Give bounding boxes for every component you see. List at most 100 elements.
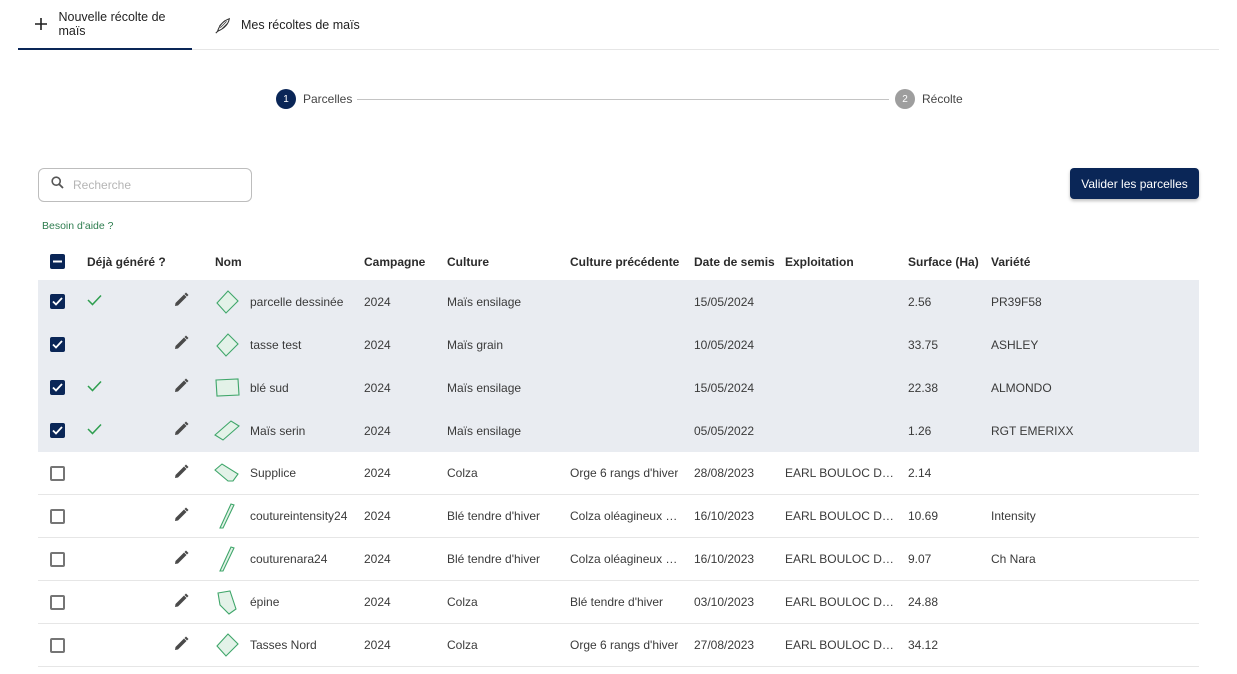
edit-button[interactable]	[173, 323, 193, 366]
generated-status	[87, 452, 177, 494]
help-link[interactable]: Besoin d'aide ?	[42, 220, 113, 232]
step-label: Récolte	[922, 92, 963, 106]
tab-my-harvests[interactable]: Mes récoltes de maïs	[214, 0, 374, 50]
header-previous-culture[interactable]: Culture précédente	[570, 243, 682, 280]
cell-variety: RGT EMERIXX	[991, 423, 1074, 438]
unchecked-checkbox-icon	[50, 465, 65, 481]
step-recolte[interactable]: 2 Récolte	[895, 89, 963, 109]
previous-culture-text: Colza oléagineux d'...	[570, 509, 682, 523]
cell-campaign: 2024	[364, 466, 391, 480]
row-checkbox[interactable]	[50, 366, 68, 409]
table-row[interactable]: Maïs serin 2024 Maïs ensilage 05/05/2022 1.2…	[38, 409, 1199, 452]
table-row[interactable]: blé sud 2024 Maïs ensilage 15/05/2024 22.38 A…	[38, 366, 1199, 409]
row-checkbox[interactable]	[50, 581, 68, 623]
previous-culture-text: Blé tendre d'hiver	[570, 595, 664, 609]
cell-culture: Colza	[447, 638, 478, 652]
cell-campaign: 2024	[364, 595, 391, 609]
indeterminate-checkbox-icon	[50, 254, 65, 269]
cell-variety	[991, 624, 1111, 666]
cell-name: tasse test	[250, 337, 302, 352]
edit-button[interactable]	[173, 452, 193, 494]
check-icon	[87, 380, 102, 395]
edit-button[interactable]	[173, 409, 193, 452]
header-surface[interactable]: Surface (Ha)	[908, 243, 988, 280]
edit-button[interactable]	[173, 280, 193, 323]
cell-surface: 34.12	[908, 638, 939, 652]
cell-culture: Blé tendre d'hiver	[447, 552, 541, 566]
edit-button[interactable]	[173, 624, 193, 666]
row-checkbox[interactable]	[50, 452, 68, 494]
farm-text: EARL BOULOC DUV...	[785, 552, 897, 566]
validate-parcels-button[interactable]: Valider les parcelles	[1070, 168, 1199, 199]
pencil-icon	[173, 550, 189, 569]
cell-campaign: 2024	[364, 294, 391, 309]
cell-variety: ALMONDO	[991, 380, 1052, 395]
table-row[interactable]: parcelle dessinée 2024 Maïs ensilage 15/05/…	[38, 280, 1199, 323]
tab-new-harvest-label: Nouvelle récolte de maïs	[58, 10, 166, 38]
cell-variety: PR39F58	[991, 294, 1042, 309]
cell-farm	[785, 323, 897, 366]
table-row[interactable]: couturenara24 2024 Blé tendre d'hiver Colza…	[38, 538, 1199, 581]
search-icon	[51, 176, 64, 194]
row-checkbox[interactable]	[50, 409, 68, 452]
parcels-table: Déjà généré ? Nom Campagne Culture Cultu…	[38, 243, 1199, 667]
header-sowing-date[interactable]: Date de semis	[694, 243, 778, 280]
tab-my-harvests-label: Mes récoltes de maïs	[241, 18, 360, 32]
pencil-icon	[173, 636, 189, 655]
header-generated[interactable]: Déjà généré ?	[87, 243, 177, 280]
cell-sowing-date: 05/05/2022	[694, 423, 755, 438]
row-checkbox[interactable]	[50, 280, 68, 323]
edit-button[interactable]	[173, 495, 193, 537]
cell-surface: 9.07	[908, 552, 932, 566]
cell-previous-culture: Orge 6 rangs d'hiver	[570, 624, 682, 666]
cell-variety	[991, 452, 1111, 494]
table-row[interactable]: Supplice 2024 Colza Orge 6 rangs d'hiver 28/…	[38, 452, 1199, 495]
generated-status	[87, 409, 177, 452]
unchecked-checkbox-icon	[50, 508, 65, 524]
table-row[interactable]: épine 2024 Colza Blé tendre d'hiver 03/10/20…	[38, 581, 1199, 624]
cell-surface: 2.14	[908, 466, 932, 480]
cell-name: Supplice	[250, 466, 297, 480]
generated-status	[87, 280, 177, 323]
parcel-shape-icon	[214, 581, 240, 623]
step-parcelles[interactable]: 1 Parcelles	[276, 89, 352, 109]
parcel-shape-icon	[214, 495, 240, 537]
cell-name: épine	[250, 595, 280, 609]
cell-sowing-date: 16/10/2023	[694, 509, 755, 523]
row-checkbox[interactable]	[50, 323, 68, 366]
table-row[interactable]: tasse test 2024 Maïs grain 10/05/2024 33.75 A…	[38, 323, 1199, 366]
generated-status	[87, 581, 177, 623]
header-farm[interactable]: Exploitation	[785, 243, 897, 280]
edit-button[interactable]	[173, 538, 193, 580]
header-campaign[interactable]: Campagne	[364, 243, 434, 280]
header-name[interactable]: Nom	[215, 243, 325, 280]
header-culture[interactable]: Culture	[447, 243, 565, 280]
cell-name: couturenara24	[250, 552, 328, 566]
cell-sowing-date: 15/05/2024	[694, 294, 755, 309]
cell-campaign: 2024	[364, 337, 391, 352]
table-row[interactable]: Tasses Nord 2024 Colza Orge 6 rangs d'hiver…	[38, 624, 1199, 667]
header-variety[interactable]: Variété	[991, 243, 1111, 280]
cell-culture: Maïs ensilage	[447, 294, 522, 309]
cell-campaign: 2024	[364, 380, 391, 395]
row-checkbox[interactable]	[50, 624, 68, 666]
previous-culture-text: Orge 6 rangs d'hiver	[570, 466, 679, 480]
parcel-shape-icon	[214, 280, 240, 323]
row-checkbox[interactable]	[50, 538, 68, 580]
cell-sowing-date: 27/08/2023	[694, 638, 755, 652]
row-checkbox[interactable]	[50, 495, 68, 537]
select-all-checkbox[interactable]	[50, 243, 68, 280]
cell-surface: 22.38	[908, 380, 939, 395]
cell-sowing-date: 28/08/2023	[694, 466, 755, 480]
farm-text: EARL BOULOC DUV...	[785, 595, 897, 609]
pencil-icon	[173, 593, 189, 612]
search-box[interactable]	[38, 168, 252, 202]
tab-bar: Nouvelle récolte de maïs Mes récoltes de…	[18, 0, 1219, 50]
tab-new-harvest[interactable]: Nouvelle récolte de maïs	[18, 0, 192, 50]
edit-button[interactable]	[173, 581, 193, 623]
edit-button[interactable]	[173, 366, 193, 409]
table-row[interactable]: coutureintensity24 2024 Blé tendre d'hiver…	[38, 495, 1199, 538]
search-input[interactable]	[71, 177, 231, 193]
pencil-icon	[173, 421, 189, 440]
checked-checkbox-icon	[50, 337, 65, 352]
